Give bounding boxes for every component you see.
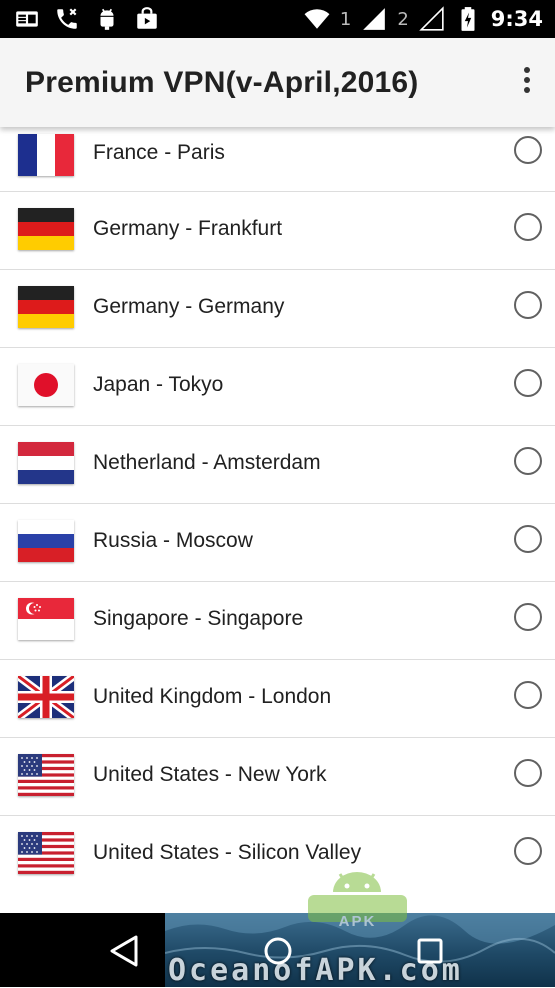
more-vert-icon[interactable] xyxy=(521,67,533,97)
server-row-germany-germany[interactable]: Germany - Germany xyxy=(0,269,555,348)
recents-square-icon[interactable] xyxy=(410,931,450,971)
signal-icon xyxy=(363,8,386,30)
server-label: United Kingdom - London xyxy=(93,685,332,708)
signal-icon xyxy=(418,6,444,31)
sim2-label: 2 xyxy=(397,8,409,30)
back-triangle-icon[interactable] xyxy=(104,931,144,971)
uk-flag-icon xyxy=(18,676,74,718)
missed-call-icon xyxy=(57,8,77,29)
sim1-label: 1 xyxy=(339,8,352,30)
russia-flag-icon xyxy=(18,520,74,562)
server-label: Germany - Germany xyxy=(93,295,285,318)
server-label: United States - Silicon Valley xyxy=(93,841,362,864)
server-radio[interactable] xyxy=(514,681,542,709)
server-list[interactable]: France - Paris Germany - Frankfurt Germa… xyxy=(0,127,555,913)
server-row-us-new-york[interactable]: United States - New York xyxy=(0,737,555,816)
app-bar: Premium VPN(v-April,2016) xyxy=(0,38,555,127)
server-row-france-paris[interactable]: France - Paris xyxy=(0,127,555,192)
clock: 9:34 xyxy=(490,7,543,31)
wifi-icon xyxy=(304,9,330,29)
server-row-singapore-singapore[interactable]: Singapore - Singapore xyxy=(0,581,555,660)
germany-flag-icon xyxy=(18,286,74,328)
status-bar: 1 2 9:34 xyxy=(0,0,555,38)
android-debug-icon xyxy=(100,8,114,30)
watermark-site-text: OceanofAPK.com xyxy=(168,953,463,988)
usa-flag-icon xyxy=(18,754,74,796)
server-label: France - Paris xyxy=(93,141,225,164)
navigation-bar: OceanofAPK.com xyxy=(0,913,555,988)
server-radio[interactable] xyxy=(514,759,542,787)
server-radio[interactable] xyxy=(514,603,542,631)
server-row-germany-frankfurt[interactable]: Germany - Frankfurt xyxy=(0,191,555,270)
server-label: Singapore - Singapore xyxy=(93,607,304,630)
watermark-badge-text: APK xyxy=(338,913,377,930)
server-row-japan-tokyo[interactable]: Japan - Tokyo xyxy=(0,347,555,426)
home-circle-icon[interactable] xyxy=(258,931,298,971)
france-flag-icon xyxy=(18,134,74,176)
shopping-bag-icon xyxy=(137,7,157,29)
usa-flag-icon xyxy=(18,832,74,874)
server-radio[interactable] xyxy=(514,447,542,475)
germany-flag-icon xyxy=(18,208,74,250)
server-radio[interactable] xyxy=(514,213,542,241)
page-title: Premium VPN(v-April,2016) xyxy=(25,66,419,99)
japan-flag-icon xyxy=(18,364,74,406)
server-label: Japan - Tokyo xyxy=(93,373,224,396)
contact-card-icon xyxy=(16,11,38,27)
server-radio[interactable] xyxy=(514,369,542,397)
server-label: United States - New York xyxy=(93,763,327,786)
server-radio[interactable] xyxy=(514,525,542,553)
battery-charging-icon xyxy=(461,7,475,31)
server-row-us-silicon-valley[interactable]: United States - Silicon Valley xyxy=(0,815,555,893)
server-row-russia-moscow[interactable]: Russia - Moscow xyxy=(0,503,555,582)
singapore-flag-icon xyxy=(18,598,74,640)
server-row-uk-london[interactable]: United Kingdom - London xyxy=(0,659,555,738)
server-label: Russia - Moscow xyxy=(93,529,253,552)
netherlands-flag-icon xyxy=(18,442,74,484)
server-label: Netherland - Amsterdam xyxy=(93,451,321,474)
watermark-badge: APK xyxy=(300,868,415,930)
server-radio[interactable] xyxy=(514,837,542,865)
server-label: Germany - Frankfurt xyxy=(93,217,283,240)
server-radio[interactable] xyxy=(514,136,542,164)
server-row-netherland-amsterdam[interactable]: Netherland - Amsterdam xyxy=(0,425,555,504)
server-radio[interactable] xyxy=(514,291,542,319)
